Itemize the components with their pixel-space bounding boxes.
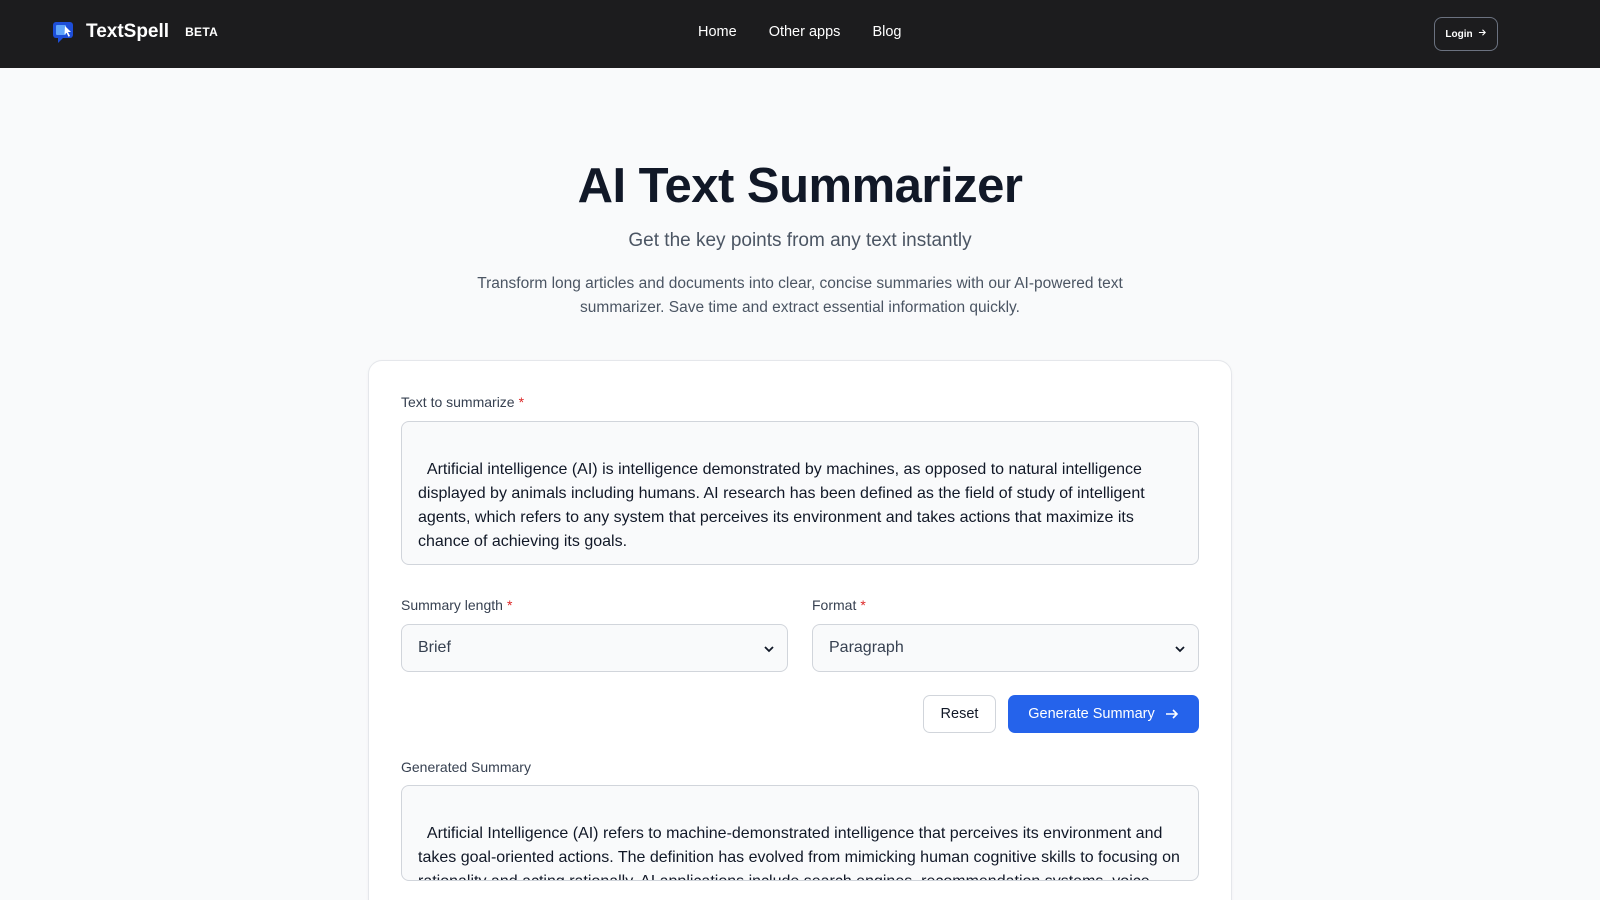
textspell-logo-icon bbox=[52, 20, 76, 44]
summary-length-label-text: Summary length bbox=[401, 597, 503, 613]
summary-length-label: Summary length * bbox=[401, 597, 512, 613]
reset-label: Reset bbox=[940, 706, 979, 722]
text-to-summarize-input[interactable]: Artificial intelligence (AI) is intellig… bbox=[401, 421, 1199, 565]
generated-summary-label: Generated Summary bbox=[401, 759, 531, 775]
generate-label: Generate Summary bbox=[1028, 706, 1155, 722]
required-mark: * bbox=[518, 394, 525, 410]
login-label: Login bbox=[1445, 28, 1473, 40]
input-label: Text to summarize * bbox=[401, 394, 524, 410]
top-navbar: TextSpell BETA Home Other apps Blog Logi… bbox=[0, 0, 1600, 68]
generated-summary-label-text: Generated Summary bbox=[401, 759, 531, 775]
resize-handle-icon[interactable] bbox=[1188, 870, 1196, 878]
required-mark: * bbox=[860, 597, 866, 613]
generate-summary-button[interactable]: Generate Summary bbox=[1008, 695, 1199, 733]
format-value: Paragraph bbox=[829, 639, 904, 656]
nav-blog-link[interactable]: Blog bbox=[872, 24, 901, 40]
arrow-right-icon bbox=[1478, 28, 1487, 40]
login-button[interactable]: Login bbox=[1434, 17, 1498, 51]
required-mark: * bbox=[506, 597, 513, 613]
arrow-right-icon bbox=[1165, 707, 1179, 721]
chevron-down-icon bbox=[763, 642, 775, 654]
format-label-text: Format bbox=[812, 597, 857, 613]
generated-summary-output[interactable]: Artificial Intelligence (AI) refers to m… bbox=[401, 785, 1199, 881]
beta-badge: BETA bbox=[185, 25, 219, 39]
reset-button[interactable]: Reset bbox=[923, 695, 996, 733]
format-label: Format * bbox=[812, 597, 866, 613]
resize-handle-icon[interactable] bbox=[1188, 554, 1196, 562]
page-title: AI Text Summarizer bbox=[577, 159, 1023, 213]
main-nav: Home Other apps Blog bbox=[698, 24, 933, 40]
chevron-down-icon bbox=[1174, 642, 1186, 654]
page-description: Transform long articles and documents in… bbox=[477, 275, 1123, 316]
brand[interactable]: TextSpell BETA bbox=[52, 20, 218, 44]
format-select[interactable]: Paragraph bbox=[812, 624, 1199, 672]
page-subtitle: Get the key points from any text instant… bbox=[628, 230, 972, 251]
nav-home-link[interactable]: Home bbox=[698, 24, 737, 40]
summary-length-select[interactable]: Brief bbox=[401, 624, 788, 672]
summary-length-value: Brief bbox=[418, 639, 451, 656]
summary-text: Artificial Intelligence (AI) refers to m… bbox=[418, 825, 1180, 880]
brand-name: TextSpell bbox=[86, 21, 170, 42]
nav-other-apps-link[interactable]: Other apps bbox=[769, 24, 841, 40]
input-label-text: Text to summarize bbox=[401, 394, 515, 410]
input-text: Artificial intelligence (AI) is intellig… bbox=[418, 461, 1145, 550]
